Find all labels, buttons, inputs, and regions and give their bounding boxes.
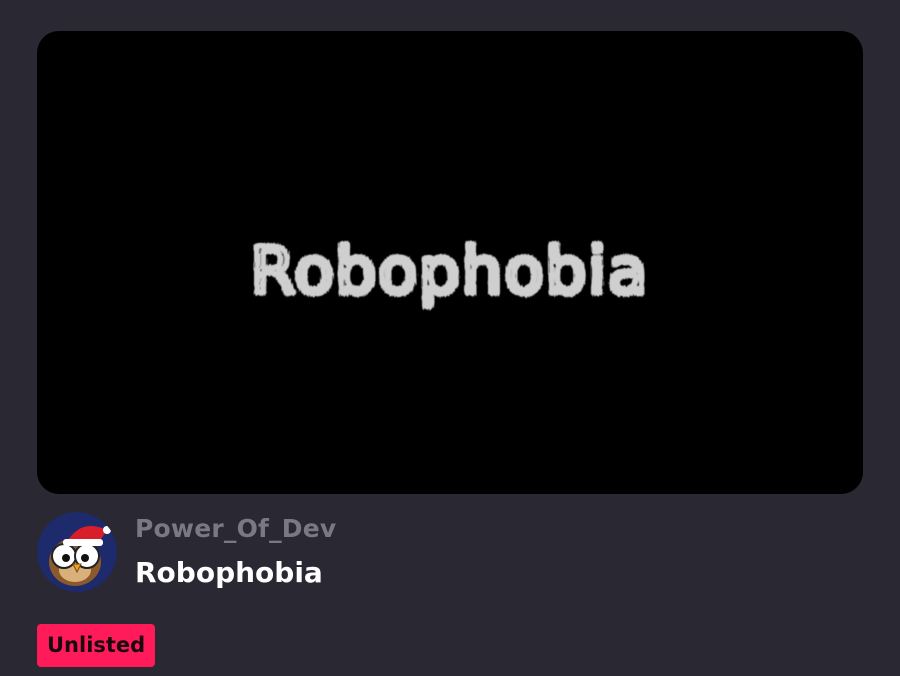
- owl-avatar-icon[interactable]: [37, 512, 117, 592]
- thumbnail-artwork: Robophobia: [248, 232, 651, 312]
- project-card: Robophobia Power_Of_Dev Robophobia Unlis…: [0, 0, 900, 676]
- status-badge: Unlisted: [37, 624, 156, 667]
- project-title[interactable]: Robophobia: [135, 556, 323, 589]
- thumbnail-title-text: Robophobia: [251, 235, 650, 309]
- project-thumbnail[interactable]: Robophobia: [37, 31, 863, 494]
- author-name[interactable]: Power_Of_Dev: [135, 514, 336, 543]
